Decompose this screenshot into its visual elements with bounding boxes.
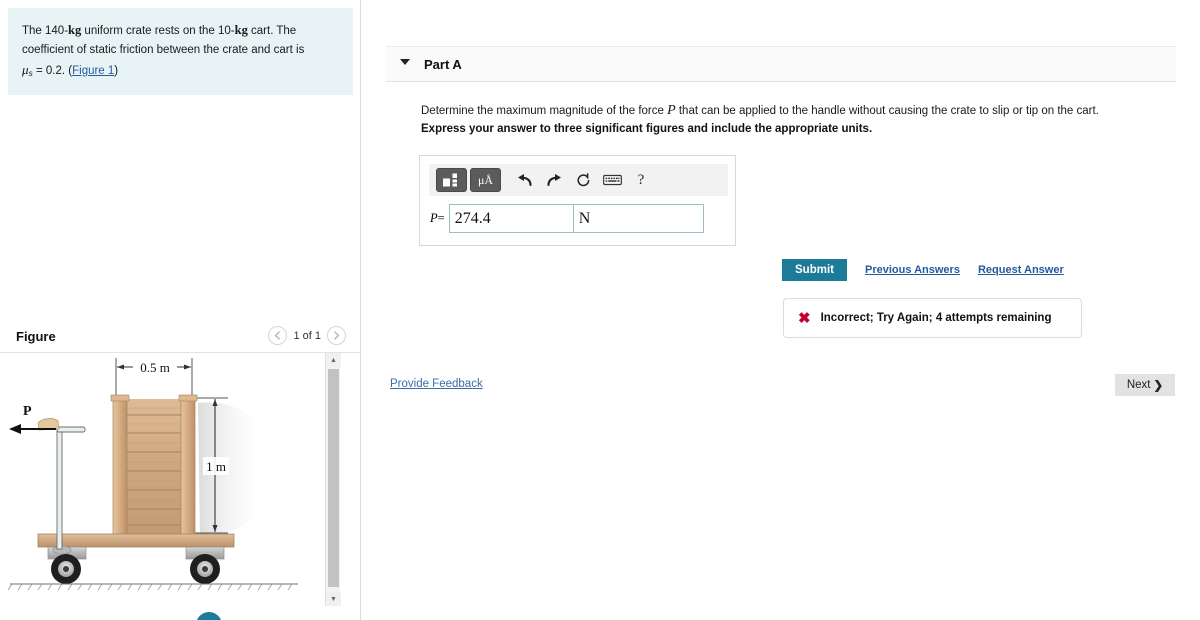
previous-answers-link[interactable]: Previous Answers bbox=[865, 264, 960, 276]
mu-value: = 0.2. bbox=[32, 65, 69, 78]
figure-prev-button[interactable] bbox=[268, 326, 288, 345]
right-panel: Part A Determine the maximum magnitude o… bbox=[362, 0, 1200, 620]
undo-icon[interactable] bbox=[512, 168, 538, 192]
redo-icon[interactable] bbox=[541, 168, 567, 192]
submit-row: Submit Previous Answers Request Answer bbox=[782, 259, 1064, 281]
answer-value-input[interactable]: 274.4 bbox=[448, 204, 574, 233]
question-text-rest: that can be applied to the handle withou… bbox=[675, 105, 1099, 117]
instruction-text: Express your answer to three significant… bbox=[421, 123, 873, 135]
answer-variable-label: P= bbox=[430, 211, 445, 226]
left-panel: The 140-kg uniform crate rests on the 10… bbox=[0, 0, 361, 620]
answer-value-text: 274.4 bbox=[454, 209, 491, 227]
cart-crate-diagram: 0.5 m 1 m P bbox=[7, 358, 298, 591]
scrollbar-thumb[interactable] bbox=[328, 369, 339, 587]
problem-statement: The 140-kg uniform crate rests on the 10… bbox=[8, 8, 353, 96]
question-text: Determine the maximum magnitude of the f… bbox=[421, 100, 1171, 121]
figure-image: 0.5 m 1 m P bbox=[0, 353, 336, 606]
submit-button[interactable]: Submit bbox=[782, 259, 847, 281]
answer-unit-text: N bbox=[578, 209, 591, 227]
answer-unit-input[interactable]: N bbox=[573, 204, 704, 233]
feedback-message: Incorrect; Try Again; 4 attempts remaini… bbox=[820, 312, 1052, 324]
units-button[interactable]: μÅ bbox=[470, 168, 501, 192]
problem-text-2: uniform crate rests on the 10- bbox=[81, 25, 235, 37]
question-variable-P: P bbox=[667, 103, 676, 118]
next-button[interactable]: Next ❯ bbox=[1115, 374, 1175, 396]
help-icon[interactable]: ? bbox=[628, 168, 654, 192]
chevron-right-icon bbox=[334, 331, 340, 340]
figure-scrollbar[interactable]: ▲ ▼ bbox=[325, 353, 341, 606]
force-label-P: P bbox=[23, 404, 32, 419]
request-answer-link[interactable]: Request Answer bbox=[978, 264, 1064, 276]
page-root: The 140-kg uniform crate rests on the 10… bbox=[0, 0, 1200, 620]
figure-body: 0.5 m 1 m P ▲ ▼ bbox=[0, 353, 360, 606]
part-header[interactable]: Part A bbox=[386, 46, 1176, 82]
question-text-lead: Determine the maximum magnitude of the f… bbox=[421, 105, 668, 117]
keyboard-icon[interactable] bbox=[599, 168, 625, 192]
redo-glyph bbox=[547, 174, 561, 187]
help-label: ? bbox=[637, 171, 645, 188]
undo-glyph bbox=[518, 174, 532, 187]
error-x-icon: ✖ bbox=[798, 310, 811, 327]
caret-down-icon[interactable] bbox=[400, 59, 410, 65]
answer-widget: μÅ ? P= 274.4 N bbox=[419, 155, 736, 246]
figure-header: Figure 1 of 1 bbox=[0, 322, 360, 353]
feedback-banner: ✖ Incorrect; Try Again; 4 attempts remai… bbox=[783, 298, 1082, 338]
figure-1-link[interactable]: Figure 1 bbox=[72, 65, 114, 77]
svg-text:0.5 m: 0.5 m bbox=[140, 360, 170, 375]
problem-unit-kg-1: kg bbox=[68, 23, 82, 37]
units-label: μÅ bbox=[477, 172, 494, 187]
chevron-left-icon bbox=[275, 331, 281, 340]
equation-template-icon[interactable] bbox=[436, 168, 467, 192]
svg-text:1 m: 1 m bbox=[206, 459, 226, 474]
answer-row: P= 274.4 N bbox=[430, 204, 704, 233]
provide-feedback-link[interactable]: Provide Feedback bbox=[390, 378, 483, 390]
template-glyph bbox=[443, 173, 457, 186]
scroll-up-icon[interactable]: ▲ bbox=[326, 353, 341, 367]
figure-panel-title: Figure bbox=[16, 329, 56, 344]
scroll-down-icon[interactable]: ▼ bbox=[326, 592, 341, 606]
figure-link-paren: ) bbox=[114, 65, 119, 78]
reset-glyph bbox=[576, 172, 589, 186]
part-title: Part A bbox=[424, 57, 462, 72]
answer-equals: = bbox=[437, 211, 445, 225]
keyboard-glyph bbox=[602, 174, 622, 186]
problem-text-1: The 140- bbox=[22, 25, 69, 37]
figure-navigation: 1 of 1 bbox=[268, 326, 346, 345]
reset-icon[interactable] bbox=[570, 168, 596, 192]
chevron-right-icon: ❯ bbox=[1153, 380, 1164, 392]
next-button-label: Next bbox=[1126, 379, 1151, 391]
problem-unit-kg-2: kg bbox=[234, 23, 248, 37]
answer-variable-P: P bbox=[430, 211, 438, 225]
figure-counter: 1 of 1 bbox=[293, 329, 321, 342]
figure-next-button[interactable] bbox=[327, 326, 346, 345]
answer-toolbar: μÅ ? bbox=[429, 164, 728, 196]
